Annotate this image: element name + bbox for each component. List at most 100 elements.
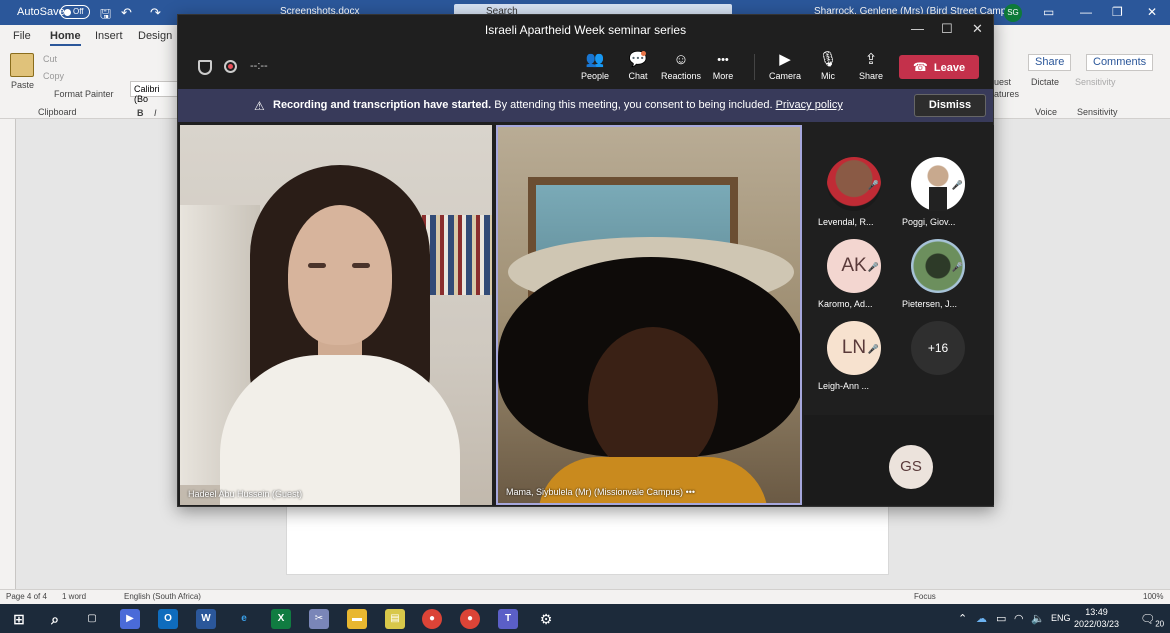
tab-design[interactable]: Design [138, 30, 172, 42]
excel-icon[interactable]: X [271, 609, 291, 629]
wifi-icon[interactable]: ◠ [1014, 612, 1024, 625]
leave-label: Leave [933, 62, 966, 74]
banner-bold-text: Recording and transcription have started… [273, 99, 492, 111]
windows-taskbar: ⊞ ⌕ ▢ ▶ O W e X ✂ ▬ ▤ ● ● T ⚙ ⌃ ☁ ▭ ◠ 🔈 … [0, 604, 1170, 633]
participant-tile[interactable]: AK 🎤 Karomo, Ad... [814, 239, 894, 309]
teams-maximize-icon[interactable]: ☐ [941, 21, 953, 37]
document-page[interactable] [286, 505, 889, 575]
ribbon-display-icon[interactable]: ▭ [1043, 5, 1054, 19]
task-view-icon[interactable]: ▢ [82, 609, 102, 629]
redo-icon[interactable]: ↷ [150, 5, 161, 21]
video-tile-mama[interactable]: Mama, Siybulela (Mr) (Missionvale Campus… [496, 125, 802, 505]
word-count[interactable]: 1 word [62, 592, 86, 601]
teams-meeting-window: Israeli Apartheid Week seminar series — … [177, 14, 994, 507]
minimize-icon[interactable]: — [1080, 5, 1092, 19]
copy-button[interactable]: Copy [43, 71, 64, 81]
autosave-toggle[interactable]: Off [60, 5, 90, 19]
input-language[interactable]: ENG [1051, 613, 1071, 623]
video-name-tag: Hadeel Abu Hussein (Guest) [188, 489, 303, 499]
file-explorer-icon[interactable]: ▬ [347, 609, 367, 629]
warning-icon: ⚠ [254, 99, 265, 113]
more-button[interactable]: ••• More [703, 50, 743, 81]
teams-close-icon[interactable]: ✕ [972, 21, 983, 37]
italic-button[interactable]: I [154, 108, 157, 118]
font-name-field[interactable]: Calibri (Bo [130, 81, 178, 104]
start-icon[interactable]: ⊞ [9, 609, 29, 629]
participant-eye-right [352, 263, 370, 268]
close-icon[interactable]: ✕ [1147, 5, 1157, 19]
chat-button[interactable]: 💬 Chat [618, 50, 658, 81]
comments-button[interactable]: Comments [1086, 54, 1154, 71]
paste-button[interactable]: Paste [11, 80, 34, 90]
language-indicator[interactable]: English (South Africa) [124, 592, 201, 601]
clipboard-group-label: Clipboard [38, 107, 77, 117]
tab-file[interactable]: File [13, 30, 31, 42]
undo-icon[interactable]: ↶ [121, 5, 132, 21]
snipping-tool-icon[interactable]: ✂ [309, 609, 329, 629]
bold-button[interactable]: B [137, 108, 144, 118]
account-avatar[interactable]: SG [1004, 4, 1022, 22]
sticky-notes-icon[interactable]: ▤ [385, 609, 405, 629]
hang-up-icon: ☎ [912, 60, 928, 74]
mic-muted-icon: 🎤 [867, 262, 879, 272]
zoom-level[interactable]: 100% [1143, 592, 1163, 601]
share-label: Share [858, 71, 884, 81]
participant-name: Leigh-Ann ... [818, 381, 870, 391]
cut-button[interactable]: Cut [43, 54, 57, 64]
word-icon[interactable]: W [196, 609, 216, 629]
focus-button[interactable]: Focus [914, 592, 936, 601]
system-clock[interactable]: 13:49 2022/03/23 [1074, 606, 1119, 630]
edge-icon[interactable]: e [234, 609, 254, 629]
chrome-profile-icon[interactable]: ● [460, 609, 480, 629]
camera-off-icon: ▶ [779, 51, 791, 68]
mic-off-icon: 🎙 [818, 51, 838, 68]
teams-icon[interactable]: T [498, 609, 518, 629]
camera-button[interactable]: ▶ Camera [765, 50, 805, 81]
tab-insert[interactable]: Insert [95, 30, 123, 42]
chrome-icon[interactable]: ● [422, 609, 442, 629]
video-more-options[interactable]: ••• [686, 487, 695, 497]
participant-tile[interactable]: LN 🎤 Leigh-Ann ... [814, 321, 894, 391]
mic-button[interactable]: 🎙 Mic [808, 50, 848, 81]
share-content-button[interactable]: ⇪ Share [851, 50, 891, 81]
outlook-icon[interactable]: O [158, 609, 178, 629]
participant-tile[interactable]: 🎤 Levendal, R... [814, 157, 894, 227]
people-button[interactable]: 👥 People [575, 50, 615, 81]
self-view-tile[interactable]: GS [871, 445, 951, 489]
privacy-policy-link[interactable]: Privacy policy [776, 99, 843, 111]
shield-icon[interactable] [198, 60, 212, 75]
more-participants-tile[interactable]: +16 [898, 321, 978, 375]
participant-photo-avatar: 🎤 [911, 157, 965, 211]
volume-icon[interactable]: 🔈 [1031, 612, 1045, 625]
participant-tile[interactable]: 🎤 Poggi, Giov... [898, 157, 978, 227]
notifications-icon[interactable]: 🗨20 [1140, 612, 1164, 628]
dictate-button[interactable]: Dictate [1031, 77, 1059, 87]
onedrive-icon[interactable]: ☁ [976, 612, 987, 625]
sensitivity-button[interactable]: Sensitivity [1075, 77, 1116, 87]
participant-name: Poggi, Giov... [902, 217, 956, 227]
settings-icon[interactable]: ⚙ [536, 609, 556, 629]
toolbar-divider [754, 54, 755, 80]
mic-label: Mic [821, 71, 835, 81]
save-icon[interactable]: 🖫 [100, 5, 111, 27]
page-count[interactable]: Page 4 of 4 [6, 592, 47, 601]
more-label: More [712, 71, 734, 81]
restore-icon[interactable]: ❐ [1112, 5, 1123, 19]
participant-tile[interactable]: 🎤 Pietersen, J... [898, 239, 978, 309]
teams-minimize-icon[interactable]: — [911, 21, 924, 36]
paste-icon[interactable] [10, 53, 34, 77]
leave-button[interactable]: ☎ Leave [899, 55, 979, 79]
tab-home[interactable]: Home [50, 30, 81, 46]
dismiss-button[interactable]: Dismiss [914, 94, 986, 117]
format-painter-button[interactable]: Format Painter [54, 89, 114, 99]
video-tile-hadeel[interactable]: Hadeel Abu Hussein (Guest) [180, 125, 492, 505]
zoom-app-icon[interactable]: ▶ [120, 609, 140, 629]
battery-icon[interactable]: ▭ [996, 612, 1006, 625]
reactions-button[interactable]: ☺ Reactions [661, 50, 701, 81]
share-button[interactable]: Share [1028, 54, 1072, 71]
people-icon: 👥 [585, 51, 605, 68]
search-icon[interactable]: ⌕ [45, 609, 65, 629]
tray-chevron-icon[interactable]: ⌃ [958, 612, 967, 625]
recording-icon [224, 60, 237, 73]
chat-label: Chat [628, 71, 648, 81]
